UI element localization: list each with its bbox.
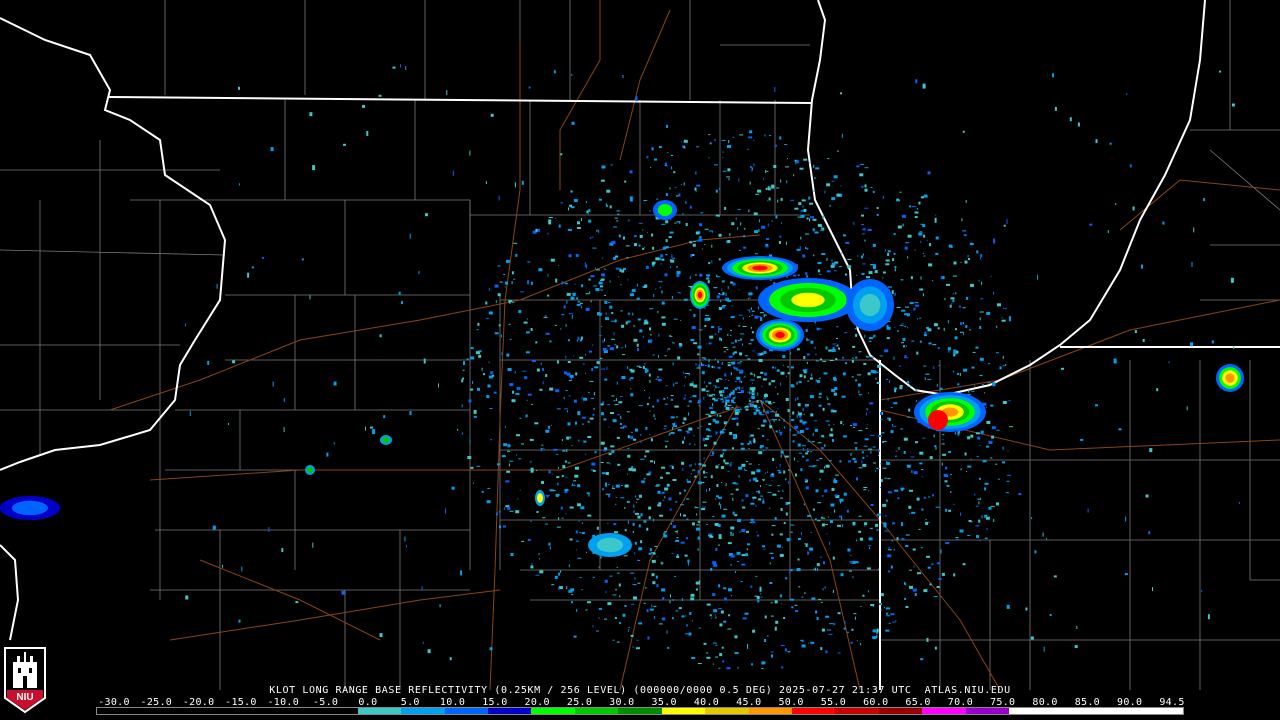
product-title: KLOT LONG RANGE BASE REFLECTIVITY (0.25K…: [269, 685, 1011, 696]
color-bar-segment: [444, 708, 488, 714]
color-bar-segment: [878, 708, 923, 714]
color-bar-segment: [748, 708, 792, 714]
color-bar-segment: [531, 708, 575, 714]
lake-michigan-shore: [806, 0, 1206, 397]
logo-text: NIU: [16, 692, 33, 703]
color-bar-segment: [97, 708, 141, 714]
highways: [109, 0, 1280, 691]
color-bar-segment: [357, 708, 402, 714]
color-bar-segment: [1139, 708, 1183, 714]
color-bar-segment: [922, 708, 966, 714]
color-bar-segment: [574, 708, 619, 714]
color-bar-segment: [487, 708, 532, 714]
color-bar-segment: [401, 708, 445, 714]
color-bar-segment: [314, 708, 358, 714]
reflectivity-color-bar: [96, 707, 1184, 715]
color-bar-segment: [140, 708, 184, 714]
color-bar-segment: [792, 708, 836, 714]
color-bar-segment: [227, 708, 271, 714]
reflectivity-returns: [0, 64, 1244, 670]
color-bar-segment: [1009, 708, 1053, 714]
radar-site-marker: [735, 393, 749, 407]
color-bar-segment: [1096, 708, 1140, 714]
color-bar-segment: [1052, 708, 1097, 714]
niu-castle-logo-icon: NIU: [4, 647, 46, 714]
radar-map: [0, 0, 1280, 691]
color-bar-segment: [618, 708, 662, 714]
color-bar-segment: [661, 708, 706, 714]
color-bar-segment: [965, 708, 1010, 714]
color-bar-segment: [835, 708, 879, 714]
color-bar-segment: [705, 708, 749, 714]
color-bar-segment: [183, 708, 228, 714]
color-bar-segment: [270, 708, 315, 714]
